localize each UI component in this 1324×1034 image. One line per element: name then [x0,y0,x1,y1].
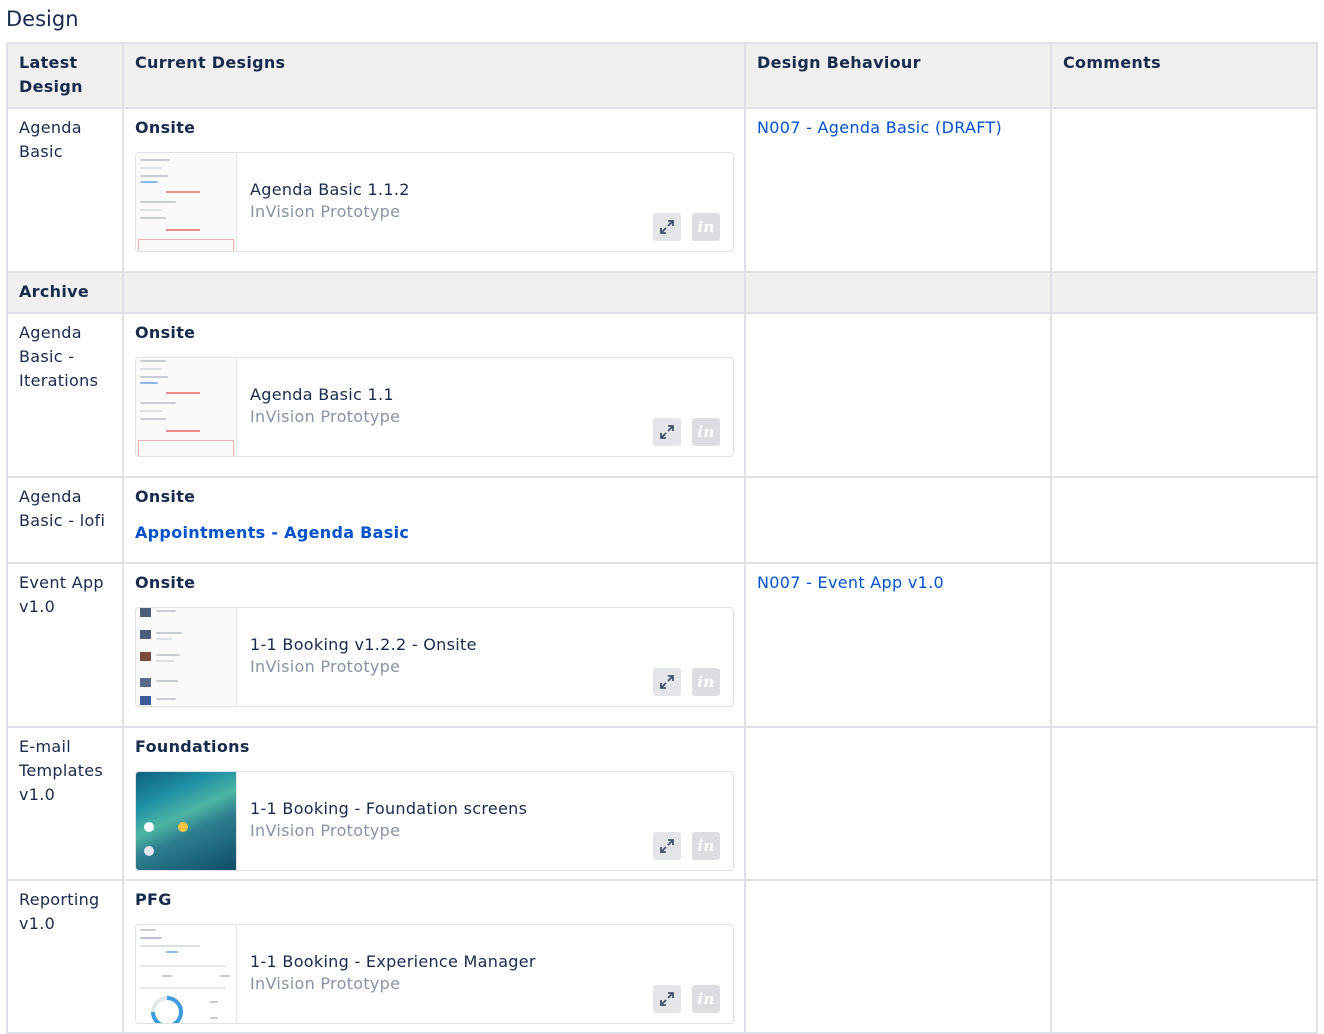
table-header-row: Latest Design Current Designs Design Beh… [6,42,1318,109]
table-row: Agenda Basic - lofi Onsite Appointments … [6,476,1318,564]
current-designs-cell: Onsite Agenda Ba [122,107,746,273]
design-group-label: Onsite [135,118,196,137]
expand-icon[interactable] [653,985,681,1013]
table-row: Reporting v1.0 PFG 1-1 Booking - Experie… [6,879,1318,1034]
prototype-title: Agenda Basic 1.1 [250,385,394,404]
design-behaviour-cell: N007 - Agenda Basic (DRAFT) [744,107,1052,273]
current-designs-cell: Onsite 1-1 Booking v1.2.2 - Onsite InVis… [122,562,746,728]
design-behaviour-cell [744,312,1052,478]
invision-prototype-card[interactable]: 1-1 Booking - Experience Manager InVisio… [135,924,734,1024]
expand-icon[interactable] [653,832,681,860]
prototype-subtitle: InVision Prototype [250,821,401,840]
invision-logo-icon[interactable]: in [692,832,720,860]
design-table: Latest Design Current Designs Design Beh… [6,42,1318,1034]
invision-logo-icon[interactable]: in [692,668,720,696]
prototype-title: 1-1 Booking - Foundation screens [250,799,528,818]
prototype-thumbnail [136,358,237,456]
design-name-cell: E-mail Templates v1.0 [6,726,124,881]
prototype-thumbnail [136,925,237,1023]
invision-prototype-card[interactable]: 1-1 Booking v1.2.2 - Onsite InVision Pro… [135,607,734,707]
prototype-subtitle: InVision Prototype [250,202,401,221]
current-designs-cell: Foundations 1-1 Booking - Foundation scr… [122,726,746,881]
comments-cell [1050,312,1318,478]
prototype-title: 1-1 Booking v1.2.2 - Onsite [250,635,477,654]
design-group-label: Onsite [135,323,196,342]
column-header-comments: Comments [1050,42,1318,109]
design-behaviour-cell [744,879,1052,1034]
design-behaviour-cell [744,476,1052,564]
prototype-thumbnail [136,153,237,251]
design-group-label: Onsite [135,487,196,506]
appointments-agenda-link[interactable]: Appointments - Agenda Basic [135,521,409,545]
design-group-label: Foundations [135,737,250,756]
design-name-cell: Agenda Basic [6,107,124,273]
comments-cell [1050,476,1318,564]
expand-icon[interactable] [653,418,681,446]
design-group-label: PFG [135,890,172,909]
column-header-current-designs: Current Designs [122,42,746,109]
design-name-cell: Agenda Basic - Iterations [6,312,124,478]
invision-prototype-card[interactable]: Agenda Basic 1.1.2 InVision Prototype in [135,152,734,252]
prototype-thumbnail [136,772,237,870]
expand-icon[interactable] [653,213,681,241]
invision-logo-icon[interactable]: in [692,985,720,1013]
design-behaviour-cell [744,726,1052,881]
design-behaviour-link[interactable]: N007 - Event App v1.0 [757,573,944,592]
invision-prototype-card[interactable]: Agenda Basic 1.1 InVision Prototype in [135,357,734,457]
invision-prototype-card[interactable]: 1-1 Booking - Foundation screens InVisio… [135,771,734,871]
comments-cell [1050,562,1318,728]
comments-cell [1050,726,1318,881]
prototype-subtitle: InVision Prototype [250,974,401,993]
archive-label: Archive [6,271,124,314]
column-header-design-behaviour: Design Behaviour [744,42,1052,109]
prototype-title: 1-1 Booking - Experience Manager [250,952,536,971]
design-name-cell: Event App v1.0 [6,562,124,728]
prototype-subtitle: InVision Prototype [250,407,401,426]
column-header-latest-design: Latest Design [6,42,124,109]
prototype-title: Agenda Basic 1.1.2 [250,180,410,199]
comments-cell [1050,107,1318,273]
design-name-cell: Agenda Basic - lofi [6,476,124,564]
comments-cell [1050,879,1318,1034]
current-designs-cell: Onsite Agenda Ba [122,312,746,478]
table-row: E-mail Templates v1.0 Foundations 1-1 Bo… [6,726,1318,881]
design-group-label: Onsite [135,573,196,592]
design-behaviour-link[interactable]: N007 - Agenda Basic (DRAFT) [757,118,1002,137]
table-row: Agenda Basic - Iterations Onsite Agenda … [6,312,1318,478]
archive-section-row: Archive [6,271,1318,314]
page-title: Design [6,7,79,31]
design-name-cell: Reporting v1.0 [6,879,124,1034]
table-row: Event App v1.0 Onsite 1-1 Booking v1.2.2 [6,562,1318,728]
table-row: Agenda Basic Onsite Agenda Basic 1.1.2 I… [6,107,1318,273]
design-behaviour-cell: N007 - Event App v1.0 [744,562,1052,728]
prototype-thumbnail [136,608,237,706]
prototype-subtitle: InVision Prototype [250,657,401,676]
expand-icon[interactable] [653,668,681,696]
invision-logo-icon[interactable]: in [692,418,720,446]
current-designs-cell: Onsite Appointments - Agenda Basic [122,476,746,564]
current-designs-cell: PFG 1-1 Booking - Experience Manager InV… [122,879,746,1034]
invision-logo-icon[interactable]: in [692,213,720,241]
